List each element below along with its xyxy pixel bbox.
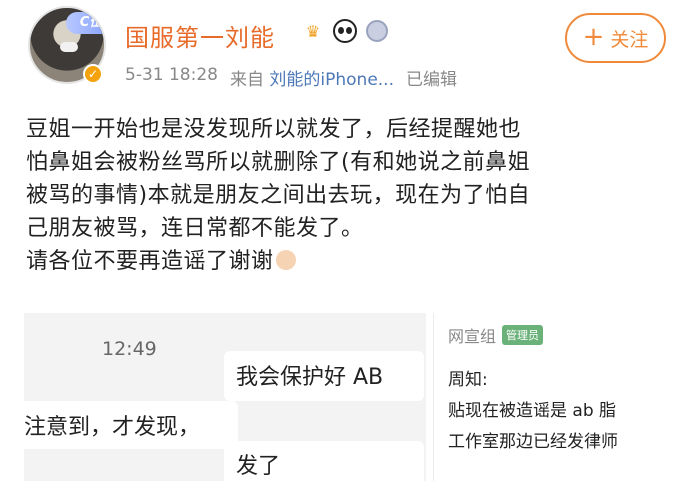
username[interactable]: 国服第一刘能 xyxy=(125,18,275,53)
post-image-left[interactable]: 12:49 我会保护好 AB 注意到，才发现， 发了 xyxy=(24,313,426,481)
follow-button[interactable]: + 关注 xyxy=(565,13,666,63)
post-line: 己朋友被骂，连日常都不能发了。 xyxy=(26,216,364,241)
post-time: 5-31 18:28 xyxy=(125,65,218,85)
chat-message: 我会保护好 AB xyxy=(236,365,384,390)
face-mask xyxy=(60,42,78,52)
post-meta: 5-31 18:28 来自 刘能的iPhone... 已编辑 xyxy=(125,65,457,90)
notice-line: 周知: xyxy=(448,370,488,390)
plus-icon: + xyxy=(582,22,605,52)
post-image-right[interactable]: 网宣组 管理员 周知: 贴现在被造谣是 ab 脂 工作室那边已经发律师 xyxy=(433,313,668,481)
verified-icon: ✓ xyxy=(83,64,103,84)
chat-message: 发了 xyxy=(236,454,281,479)
admin-badge: 管理员 xyxy=(502,325,544,345)
medal-icon[interactable] xyxy=(366,20,388,42)
edited-label[interactable]: 已编辑 xyxy=(406,65,457,90)
source-prefix: 来自 xyxy=(229,70,264,90)
notice-line: 工作室那边已经发律师 xyxy=(448,432,618,452)
crown-icon[interactable]: ♛ xyxy=(300,18,326,44)
panda-icon[interactable] xyxy=(333,19,357,43)
follow-label: 关注 xyxy=(610,28,649,51)
post-line: 怕鼻姐会被粉丝骂所以就删除了(有和她说之前鼻姐 xyxy=(26,150,531,175)
pray-icon xyxy=(275,250,296,270)
avatar-badge: C位 xyxy=(66,12,104,34)
post-line: 被骂的事情)本就是朋友之间出去玩，现在为了怕自 xyxy=(26,183,531,208)
notice-line: 贴现在被造谣是 ab 脂 xyxy=(448,401,617,421)
group-header: 网宣组 管理员 xyxy=(448,323,544,347)
source-device[interactable]: 刘能的iPhone... xyxy=(269,70,394,90)
chat-message: 注意到，才发现， xyxy=(24,415,201,440)
group-name: 网宣组 xyxy=(448,327,497,346)
post-line: 请各位不要再造谣了谢谢 xyxy=(26,249,274,274)
badge-icons: ♛ xyxy=(300,18,390,44)
post-text: 豆姐一开始也是没发现所以就发了，后经提醒她也 怕鼻姐会被粉丝骂所以就删除了(有和… xyxy=(26,113,666,278)
post-line: 豆姐一开始也是没发现所以就发了，后经提醒她也 xyxy=(26,117,522,142)
chat-time: 12:49 xyxy=(102,338,157,360)
